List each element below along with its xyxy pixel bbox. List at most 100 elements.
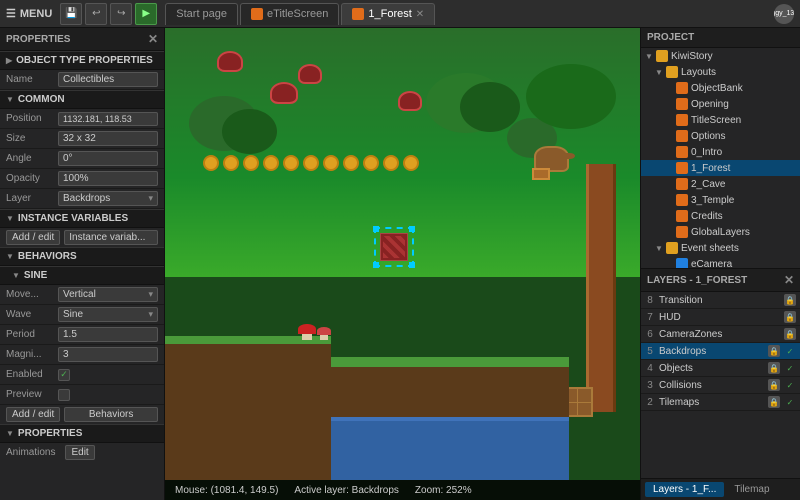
folder-icon: [666, 242, 678, 254]
tab-start-page[interactable]: Start page: [165, 3, 238, 25]
prop-value[interactable]: 3: [58, 347, 158, 362]
layer-name: HUD: [659, 312, 780, 323]
edit-animations-button[interactable]: Edit: [65, 445, 94, 460]
prop-value[interactable]: 1.5: [58, 327, 158, 342]
prop-value[interactable]: 100%: [58, 171, 158, 186]
layer-lock-icon[interactable]: 🔒: [784, 294, 796, 306]
layer-lock-icon[interactable]: 🔒: [768, 396, 780, 408]
section-common[interactable]: ▼ COMMON: [0, 90, 164, 109]
coin-8: [343, 155, 359, 171]
tree-item-2cave[interactable]: 2_Cave: [641, 176, 800, 192]
tree-item-globallayers[interactable]: GlobalLayers: [641, 224, 800, 240]
layer-lock-icon[interactable]: 🔒: [768, 379, 780, 391]
layer-visible-icon[interactable]: ✓: [784, 379, 796, 391]
layer-row-camerazones[interactable]: 6 CameraZones 🔒: [641, 326, 800, 343]
section-instance-variables[interactable]: ▼ INSTANCE VARIABLES: [0, 209, 164, 228]
section-sine[interactable]: ▼ SINE: [0, 266, 164, 285]
selected-object-inner: [380, 233, 408, 261]
layer-lock-icon[interactable]: 🔒: [768, 345, 780, 357]
tree-item-0intro[interactable]: 0_Intro: [641, 144, 800, 160]
prop-label: Angle: [6, 153, 58, 164]
layout-icon: [676, 114, 688, 126]
section-behaviors[interactable]: ▼ BEHAVIORS: [0, 247, 164, 266]
tree-item-credits[interactable]: Credits: [641, 208, 800, 224]
tab-label: Layers - 1_F...: [653, 484, 716, 495]
run-button[interactable]: ▶: [135, 3, 157, 25]
layers-header: LAYERS - 1_FOREST ✕: [641, 269, 800, 292]
prop-period: Period 1.5: [0, 325, 164, 345]
enabled-checkbox[interactable]: ✓: [58, 369, 70, 381]
layers-title: LAYERS - 1_FOREST: [647, 275, 747, 286]
layer-row-tilemaps[interactable]: 2 Tilemaps 🔒 ✓: [641, 394, 800, 411]
tab-forest[interactable]: 1_Forest ✕: [341, 3, 435, 25]
bottom-tab-layers[interactable]: Layers - 1_F...: [645, 482, 724, 497]
panel-close-button[interactable]: ✕: [148, 32, 158, 46]
prop-value[interactable]: Collectibles: [58, 72, 158, 87]
preview-checkbox[interactable]: [58, 389, 70, 401]
tab-title-screen[interactable]: eTitleScreen: [240, 3, 339, 25]
tree-arrow: ▼: [655, 244, 663, 253]
handle-top-left[interactable]: [373, 226, 379, 232]
handle-bottom-right[interactable]: [409, 262, 415, 268]
layer-row-objects[interactable]: 4 Objects 🔒 ✓: [641, 360, 800, 377]
prop-label: Animations: [6, 447, 61, 458]
event-icon: [676, 258, 688, 268]
behaviors-add-row: Add / edit Behaviors: [0, 405, 164, 424]
layer-row-transition[interactable]: 8 Transition 🔒: [641, 292, 800, 309]
handle-top-right[interactable]: [409, 226, 415, 232]
prop-move: Move... Vertical: [0, 285, 164, 305]
prop-value[interactable]: 0°: [58, 151, 158, 166]
add-edit-button[interactable]: Add / edit: [6, 230, 60, 245]
prop-value[interactable]: 32 x 32: [58, 131, 158, 146]
layout-icon: [676, 162, 688, 174]
handle-bottom-left[interactable]: [373, 262, 379, 268]
prop-value-dropdown[interactable]: Sine: [58, 307, 158, 322]
prop-value-dropdown[interactable]: Vertical: [58, 287, 158, 302]
prop-value[interactable]: 1132.181, 118.53: [58, 112, 158, 126]
section-properties2[interactable]: ▼ PROPERTIES: [0, 424, 164, 443]
coin-5: [283, 155, 299, 171]
canvas-area[interactable]: Mouse: (1081.4, 149.5) Active layer: Bac…: [165, 28, 640, 500]
tree-item-3temple[interactable]: 3_Temple: [641, 192, 800, 208]
undo-button[interactable]: ↩: [85, 3, 107, 25]
layer-row-hud[interactable]: 7 HUD 🔒: [641, 309, 800, 326]
tab-close-button[interactable]: ✕: [416, 9, 424, 20]
zoom-level: Zoom: 252%: [415, 485, 472, 496]
layer-lock-icon[interactable]: 🔒: [784, 311, 796, 323]
tree-item-titlescreen[interactable]: TitleScreen: [641, 112, 800, 128]
bottom-tab-tilemap[interactable]: Tilemap: [726, 482, 777, 497]
user-avatar[interactable]: piggy_1337: [774, 4, 794, 24]
properties-header: PROPERTIES ✕: [0, 28, 164, 51]
menu-button[interactable]: ☰ MENU: [6, 7, 52, 20]
behaviors-add-button[interactable]: Add / edit: [6, 407, 60, 422]
tree-item-options[interactable]: Options: [641, 128, 800, 144]
tree-item-layouts[interactable]: ▼ Layouts: [641, 64, 800, 80]
redo-button[interactable]: ↪: [110, 3, 132, 25]
coin-9: [363, 155, 379, 171]
layer-lock-icon[interactable]: 🔒: [784, 328, 796, 340]
instance-var-input[interactable]: Instance variab...: [64, 230, 158, 245]
behaviors-button[interactable]: Behaviors: [64, 407, 158, 422]
layer-num: 3: [645, 380, 655, 391]
prop-value-dropdown[interactable]: Backdrops: [58, 191, 158, 206]
save-button[interactable]: 💾: [60, 3, 82, 25]
layer-row-collisions[interactable]: 3 Collisions 🔒 ✓: [641, 377, 800, 394]
tree-item-ecamera[interactable]: eCamera: [641, 256, 800, 268]
prop-label: Size: [6, 133, 58, 144]
tree-item-1forest[interactable]: 1_Forest: [641, 160, 800, 176]
tree-item-kiwistory[interactable]: ▼ KiwiStory: [641, 48, 800, 64]
layer-row-backdrops[interactable]: 5 Backdrops 🔒 ✓: [641, 343, 800, 360]
tree-item-eventsheets[interactable]: ▼ Event sheets: [641, 240, 800, 256]
layer-lock-icon[interactable]: 🔒: [768, 362, 780, 374]
layer-visible-icon[interactable]: ✓: [784, 396, 796, 408]
tree-item-objectbank[interactable]: ObjectBank: [641, 80, 800, 96]
layers-close-button[interactable]: ✕: [784, 273, 794, 287]
pillar-right: [586, 164, 616, 413]
layer-visible-icon[interactable]: ✓: [784, 362, 796, 374]
tree-item-opening[interactable]: Opening: [641, 96, 800, 112]
section-object-type[interactable]: ▶ OBJECT TYPE PROPERTIES: [0, 51, 164, 70]
mushroom-stem: [302, 334, 312, 340]
platform-left-ground: [165, 344, 331, 480]
selected-object-box[interactable]: [374, 227, 414, 267]
layer-visible-icon[interactable]: ✓: [784, 345, 796, 357]
